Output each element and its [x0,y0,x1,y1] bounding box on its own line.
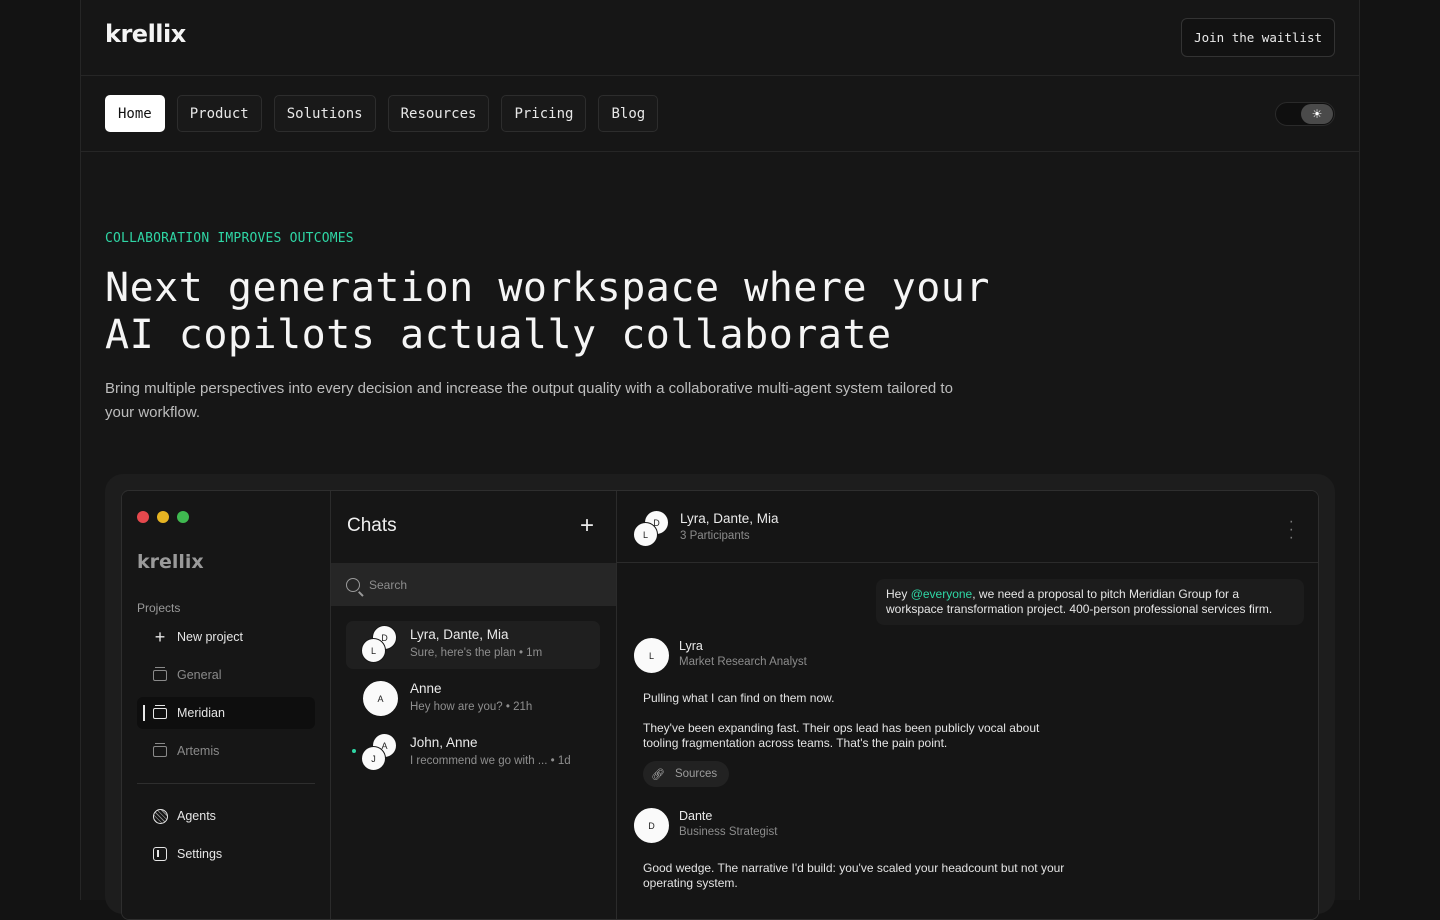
product-demo: krellix Projects + New project General M… [105,474,1335,920]
chats-panel: Chats + D L Lyra, Dante, Mia Sure, here'… [331,491,617,919]
sidebar-item-meridian[interactable]: Meridian [137,697,315,729]
chat-name: Lyra, Dante, Mia [410,627,509,642]
agents-icon [152,808,168,824]
conversation-header: D L Lyra, Dante, Mia 3 Participants · · · [617,491,1318,563]
agents-label: Agents [177,809,216,823]
participant-count: 3 Participants [680,530,750,542]
settings-icon [152,846,168,862]
app-window: krellix Projects + New project General M… [121,490,1319,920]
message-text: Hey [886,587,911,601]
nav-item-home[interactable]: Home [105,95,165,132]
new-project-button[interactable]: + New project [137,621,315,653]
sender-name: Lyra [679,639,703,653]
project-label: General [177,668,222,682]
avatar: J [361,746,386,771]
chat-name: John, Anne [410,735,478,750]
sidebar-divider [137,783,315,784]
sources-button[interactable]: 🔗︎ Sources [643,761,730,787]
join-waitlist-button[interactable]: Join the waitlist [1181,18,1335,57]
app-logo: krellix [137,551,204,573]
sidebar-item-agents[interactable]: Agents [137,800,315,832]
selected-indicator [143,705,145,721]
nav-item-blog[interactable]: Blog [598,95,659,132]
chat-search [331,563,616,606]
conversation-panel: D L Lyra, Dante, Mia 3 Participants · · · … [617,491,1318,919]
search-icon [346,577,360,592]
logo[interactable]: krellix [105,20,186,48]
headline-line-1: Next generation workspace where your [105,265,990,311]
nav-item-solutions[interactable]: Solutions [273,95,376,132]
sidebar-item-artemis[interactable]: Artemis [137,735,315,767]
message-text: Pulling what I can find on them now. [643,691,835,705]
chat-list-item[interactable]: A J John, Anne I recommend we go with ..… [346,729,600,777]
user-message: Hey @everyone, we need a proposal to pit… [876,579,1304,625]
hero-eyebrow: COLLABORATION IMPROVES OUTCOMES [105,231,354,246]
sidebar-item-general[interactable]: General [137,659,315,691]
chat-list-item[interactable]: A Anne Hey how are you? • 21h [346,675,600,723]
folder-icon [152,704,168,721]
minimize-window-dot[interactable] [157,511,169,523]
avatar: D [633,807,670,844]
sidebar-item-settings[interactable]: Settings [137,838,315,870]
avatar: L [633,522,658,547]
hero-subhead: Bring multiple perspectives into every d… [105,380,953,421]
chat-preview: Sure, here's the plan • 1m [410,647,543,659]
main-nav: Home Product Solutions Resources Pricing… [105,95,659,132]
avatar: L [633,637,670,674]
project-label: Meridian [177,706,225,720]
sources-label: Sources [674,768,718,780]
new-chat-button[interactable]: + [580,514,594,538]
theme-toggle[interactable]: ☀ [1275,102,1335,126]
more-options-icon[interactable]: · · · [1289,514,1294,546]
hero-headline: Next generation workspace where your AI … [105,265,1005,359]
chat-preview: I recommend we go with ... • 1d [410,755,571,767]
folder-icon [152,742,168,759]
nav-bar: Home Product Solutions Resources Pricing… [81,76,1359,152]
chat-name: Anne [410,681,442,696]
avatar: L [361,638,386,663]
sun-icon: ☀ [1301,104,1333,124]
conversation-title: Lyra, Dante, Mia [680,511,779,526]
avatar: A [362,680,399,717]
app-sidebar: krellix Projects + New project General M… [122,491,331,919]
message-text: Good wedge. The narrative I'd build: you… [643,861,1065,890]
mention-tag[interactable]: @everyone [911,587,973,601]
plus-icon: + [154,626,166,647]
nav-item-product[interactable]: Product [176,95,262,132]
settings-label: Settings [177,847,223,861]
project-label: Artemis [177,744,220,758]
chat-preview: Hey how are you? • 21h [410,701,533,713]
unread-indicator [352,749,356,753]
sender-role: Market Research Analyst [679,656,807,668]
headline-line-2: AI copilots actually collaborate [105,312,892,358]
projects-heading: Projects [137,601,181,615]
chat-list-item[interactable]: D L Lyra, Dante, Mia Sure, here's the pl… [346,621,600,669]
sender-name: Dante [679,809,713,823]
page-frame: krellix Join the waitlist Home Product S… [80,0,1360,920]
search-input[interactable] [369,577,589,592]
sender-role: Business Strategist [679,826,778,838]
new-project-label: New project [177,630,243,644]
window-controls [137,511,189,523]
close-window-dot[interactable] [137,511,149,523]
message-text: They've been expanding fast. Their ops l… [643,721,1040,750]
nav-item-pricing[interactable]: Pricing [501,95,587,132]
top-bar: krellix Join the waitlist [81,0,1359,76]
folder-icon [152,666,168,683]
link-icon: 🔗︎ [651,768,665,781]
chats-title: Chats [347,515,397,536]
maximize-window-dot[interactable] [177,511,189,523]
nav-item-resources[interactable]: Resources [387,95,490,132]
plus-icon: + [579,512,594,539]
